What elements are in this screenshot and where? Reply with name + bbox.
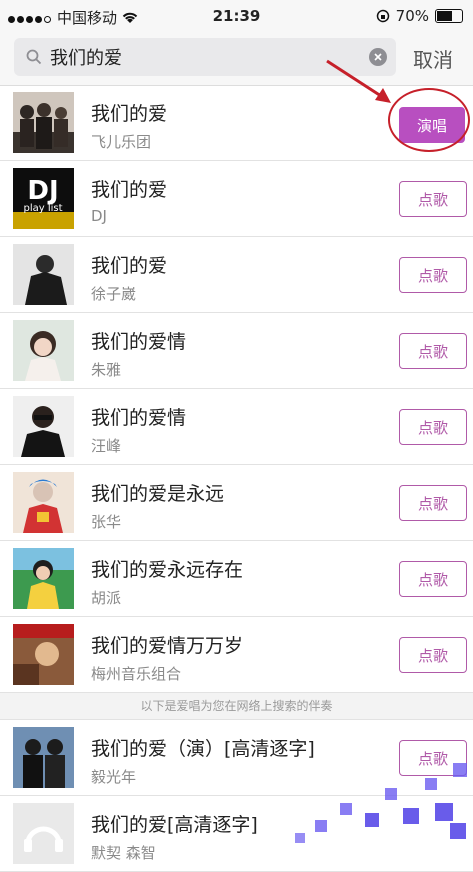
web-results-notice: 以下是爱唱为您在网络上搜索的伴奏	[0, 693, 473, 720]
song-title: 我们的爱情	[91, 331, 187, 353]
search-bar: 取消	[0, 33, 473, 86]
song-title: 我们的爱	[91, 179, 168, 201]
annotation-arrow	[326, 59, 391, 103]
list-item[interactable]: 我们的爱情 汪峰 点歌	[0, 389, 473, 465]
list-item[interactable]: 我们的爱 徐子崴 点歌	[0, 237, 473, 313]
song-artist: 默契 森智	[91, 844, 156, 862]
song-artist: 汪峰	[91, 437, 122, 455]
search-input[interactable]	[50, 38, 350, 76]
song-artist: 飞儿乐团	[91, 133, 152, 151]
song-title: 我们的爱是永远	[91, 483, 225, 505]
album-cover	[13, 396, 74, 457]
battery-info: 70%	[376, 7, 463, 25]
album-cover	[13, 92, 74, 153]
request-song-button[interactable]: 点歌	[399, 561, 467, 597]
rotation-lock-icon	[376, 9, 389, 23]
request-song-button[interactable]: 点歌	[399, 181, 467, 217]
album-cover	[13, 803, 74, 864]
song-artist: 胡派	[91, 589, 122, 607]
album-cover	[13, 320, 74, 381]
dj-thumb-text: DJ	[27, 176, 58, 206]
status-bar: 中国移动 21:39 70%	[0, 0, 473, 33]
request-song-button[interactable]: 点歌	[399, 637, 467, 673]
album-cover: DJ play list	[13, 168, 74, 229]
song-title: 我们的爱	[91, 103, 168, 125]
request-song-button[interactable]: 点歌	[399, 485, 467, 521]
song-artist: 朱雅	[91, 361, 122, 379]
album-cover	[13, 244, 74, 305]
request-song-button[interactable]: 点歌	[399, 257, 467, 293]
song-title: 我们的爱	[91, 255, 168, 277]
song-title: 我们的爱[高清逐字]	[91, 814, 258, 836]
cancel-button[interactable]: 取消	[413, 44, 453, 73]
song-artist: 梅州音乐组合	[91, 665, 182, 683]
list-item[interactable]: DJ play list 我们的爱 DJ 点歌	[0, 161, 473, 237]
request-song-button[interactable]: 点歌	[399, 409, 467, 445]
results-list: 我们的爱 飞儿乐团 演唱 DJ play list 我们的爱 DJ 点歌 我们的爱…	[0, 85, 473, 872]
song-title: 我们的爱情	[91, 407, 187, 429]
song-title: 我们的爱情万万岁	[91, 635, 244, 657]
list-item[interactable]: 我们的爱永远存在 胡派 点歌	[0, 541, 473, 617]
song-artist: 毅光年	[91, 768, 137, 786]
album-cover	[13, 548, 74, 609]
song-artist: 徐子崴	[91, 285, 137, 303]
battery-icon	[435, 9, 463, 23]
battery-percent: 70%	[395, 7, 429, 25]
dj-thumb-subtext: play list	[23, 203, 62, 214]
battery-fill	[437, 11, 452, 21]
list-item[interactable]: 我们的爱情万万岁 梅州音乐组合 点歌	[0, 617, 473, 693]
search-icon	[26, 49, 42, 65]
song-title: 我们的爱永远存在	[91, 559, 244, 581]
annotation-highlight-circle	[388, 88, 470, 152]
song-artist: DJ	[91, 207, 107, 225]
request-song-button[interactable]: 点歌	[399, 333, 467, 369]
album-cover	[13, 624, 74, 685]
song-artist: 张华	[91, 513, 122, 531]
song-title: 我们的爱（演）[高清逐字]	[91, 738, 315, 760]
watermark-pattern	[295, 763, 467, 843]
album-cover	[13, 727, 74, 788]
list-item[interactable]: 我们的爱情 朱雅 点歌	[0, 313, 473, 389]
headphones-icon	[13, 803, 74, 864]
album-cover	[13, 472, 74, 533]
list-item[interactable]: 我们的爱是永远 张华 点歌	[0, 465, 473, 541]
